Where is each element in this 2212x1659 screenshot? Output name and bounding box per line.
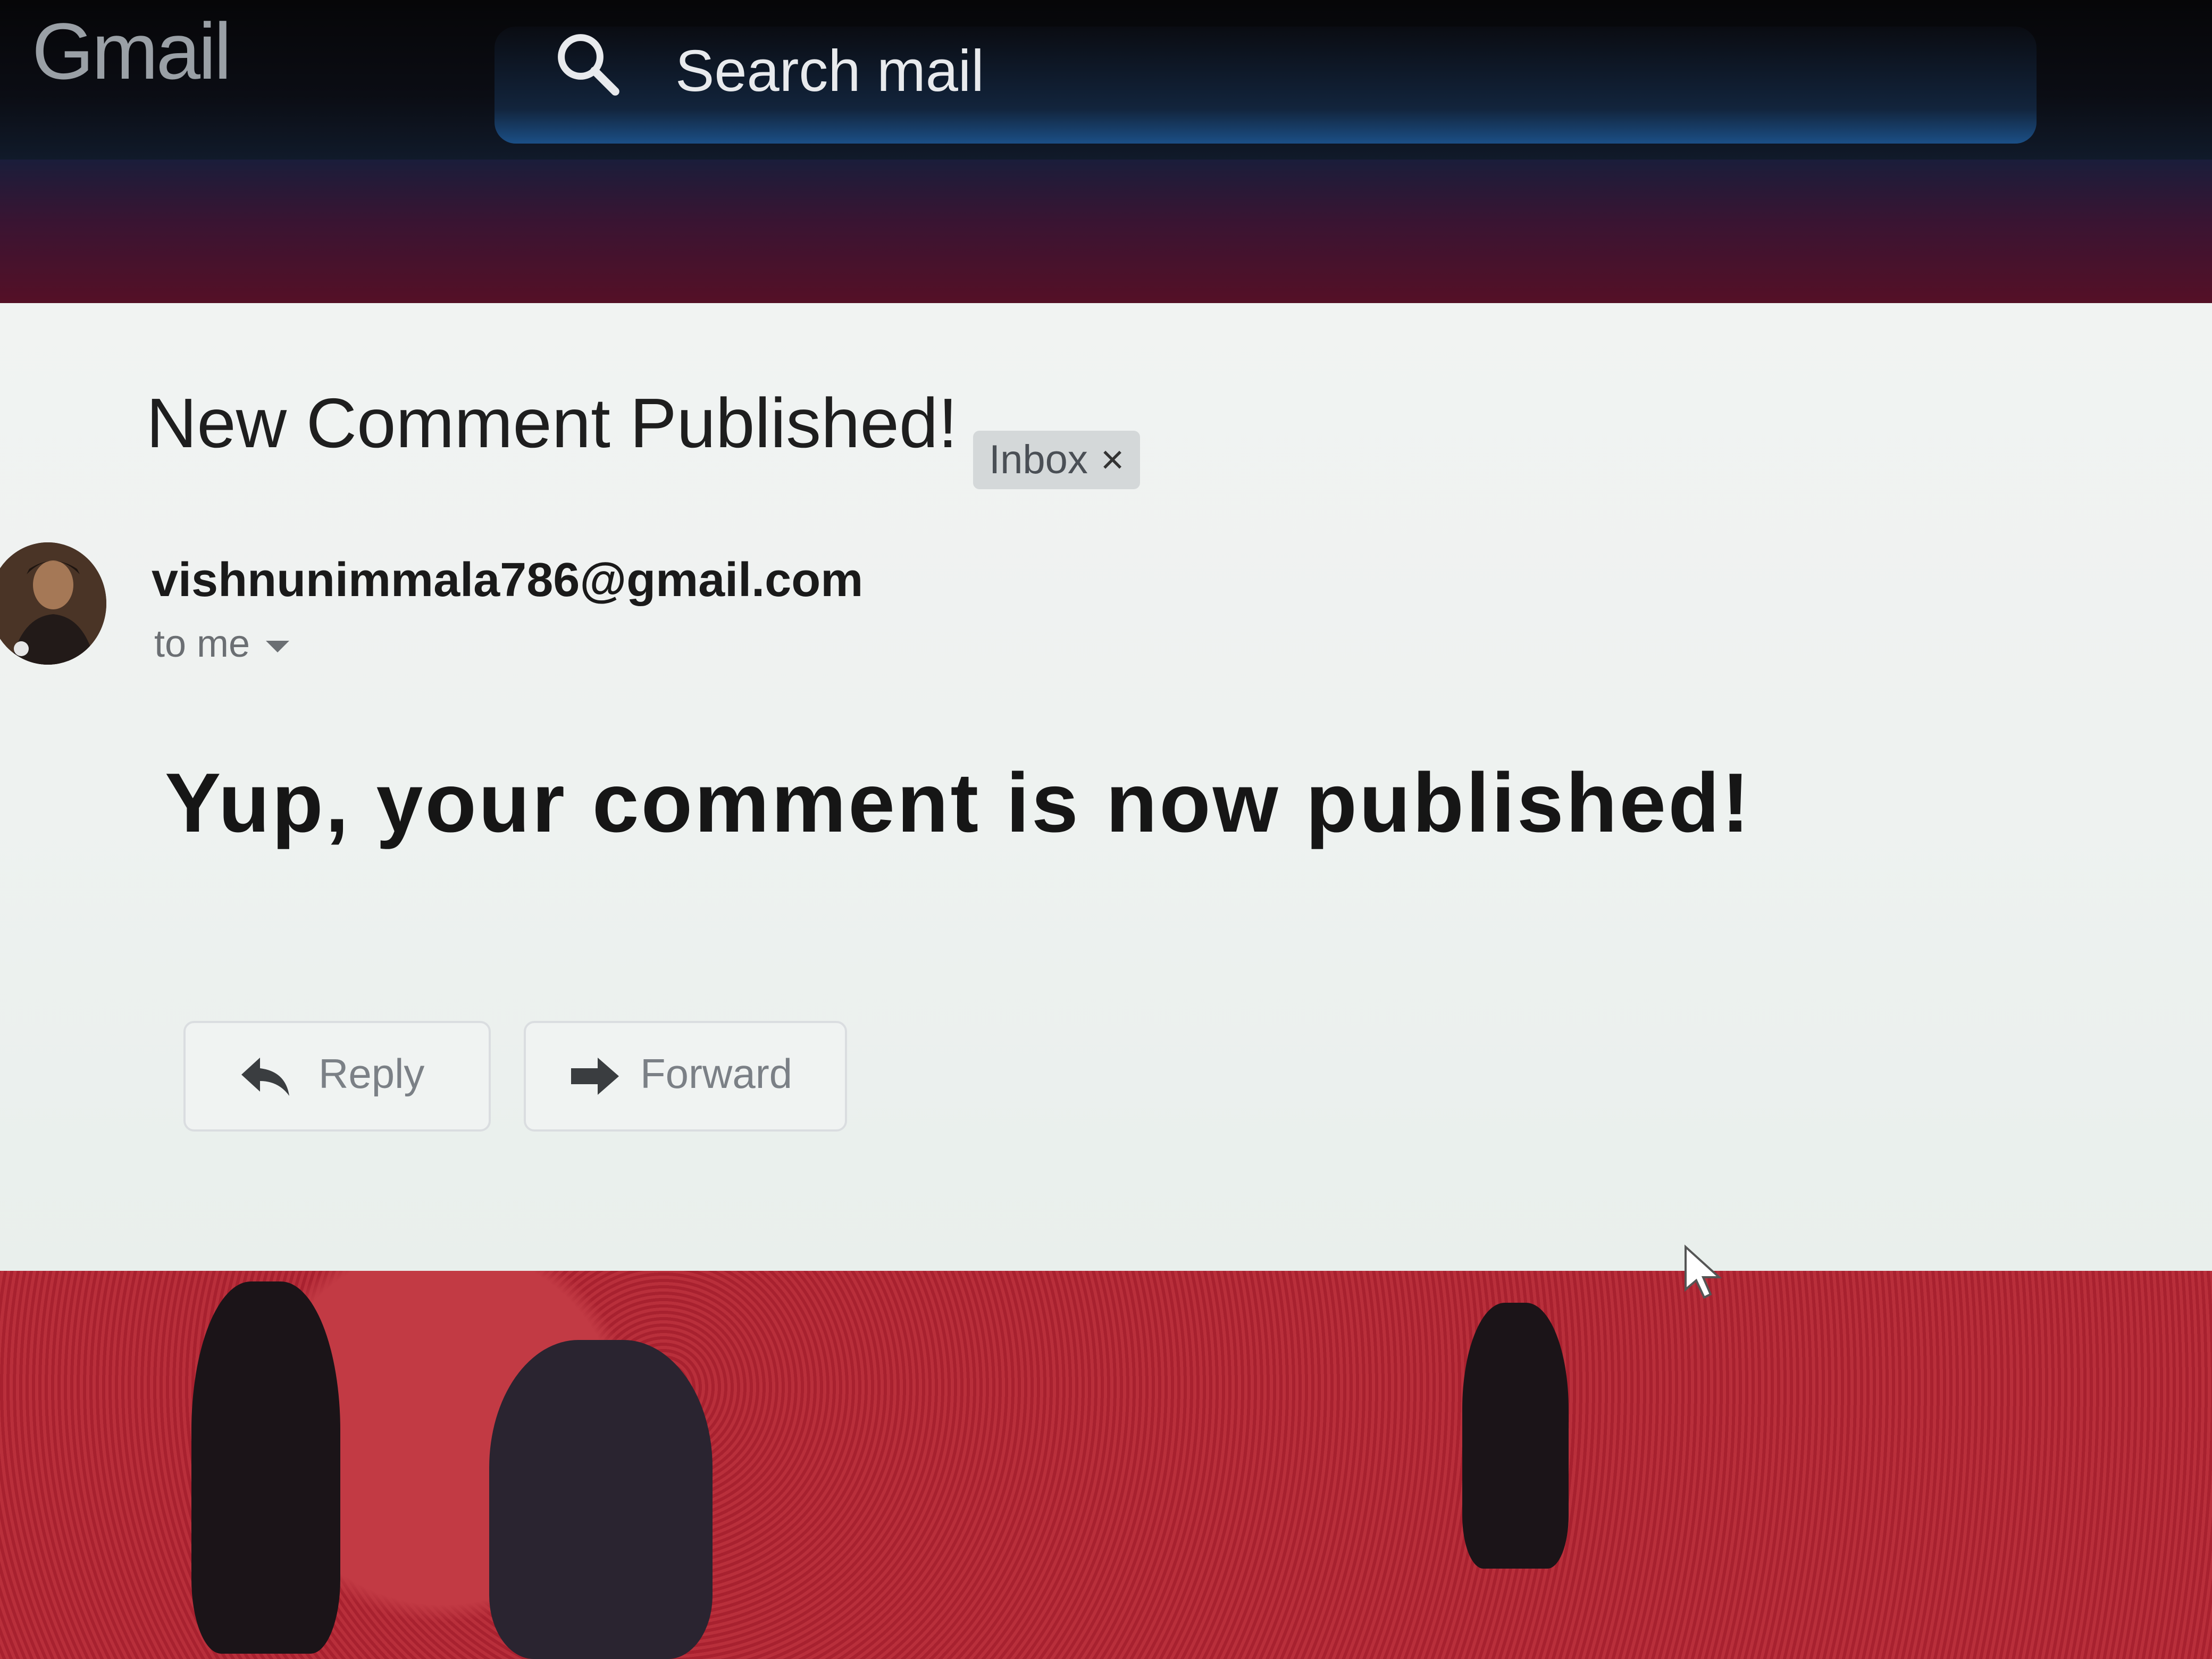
email-body: Yup, your comment is now published!	[165, 756, 1752, 850]
email-subject: New Comment Published!	[146, 384, 958, 462]
bg-figure	[1462, 1303, 1569, 1569]
gmail-logo[interactable]: Gmail	[32, 5, 232, 97]
forward-icon	[571, 1058, 619, 1095]
search-input[interactable]: Search mail	[675, 37, 984, 105]
forward-button[interactable]: Forward	[524, 1021, 847, 1132]
forward-label: Forward	[640, 1050, 793, 1097]
recipient-details[interactable]: to me	[154, 622, 290, 666]
theme-background-image	[0, 1271, 2212, 1659]
inbox-label-chip[interactable]: Inbox ×	[973, 431, 1141, 489]
remove-label-icon[interactable]: ×	[1101, 437, 1124, 482]
bg-figure	[191, 1281, 340, 1654]
top-header: Gmail Search mail	[0, 0, 2212, 160]
reply-button[interactable]: Reply	[183, 1021, 491, 1132]
reply-label: Reply	[319, 1050, 425, 1097]
recipient-label: to me	[154, 623, 250, 665]
message-toolbar	[0, 160, 2212, 467]
reply-icon	[241, 1058, 289, 1096]
sender-email[interactable]: vishnunimmala786@gmail.com	[152, 553, 863, 608]
mouse-cursor-icon	[1685, 1244, 1722, 1299]
search-icon[interactable]	[553, 29, 622, 98]
bg-figure	[489, 1340, 713, 1659]
label-chip-text: Inbox	[989, 437, 1088, 482]
chevron-down-icon[interactable]	[266, 640, 290, 652]
